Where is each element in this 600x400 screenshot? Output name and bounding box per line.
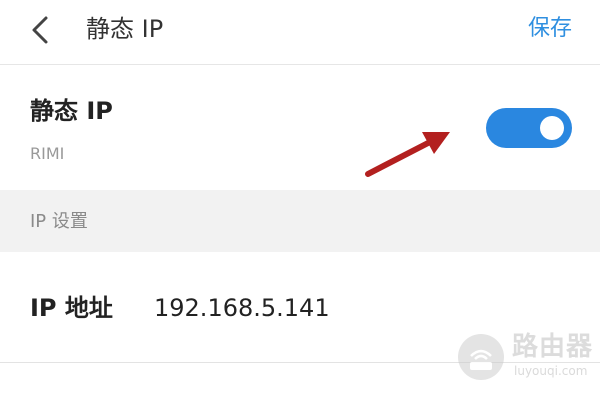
ip-address-field[interactable]: 192.168.5.141 bbox=[154, 292, 330, 324]
app-header: 静态 IP 保存 bbox=[0, 0, 600, 65]
static-ip-title: 静态 IP bbox=[30, 97, 113, 125]
network-name: RIMI bbox=[30, 144, 65, 163]
static-ip-row: 静态 IP RIMI bbox=[0, 65, 600, 189]
chevron-left-icon bbox=[32, 16, 48, 44]
watermark-subtext: luyouqi.com bbox=[514, 364, 588, 378]
toggle-knob bbox=[540, 116, 564, 140]
page-title: 静态 IP bbox=[86, 15, 164, 43]
static-ip-toggle[interactable] bbox=[486, 108, 572, 148]
back-button[interactable] bbox=[20, 10, 60, 50]
save-button[interactable]: 保存 bbox=[528, 14, 572, 44]
watermark-text: 路由器 bbox=[512, 332, 594, 362]
ip-settings-section-header: IP 设置 bbox=[0, 190, 600, 252]
watermark-logo: 路由器 luyouqi.com bbox=[458, 328, 598, 388]
ip-address-label: IP 地址 bbox=[30, 294, 113, 322]
annotation-arrow-icon bbox=[365, 132, 450, 177]
router-icon bbox=[458, 334, 504, 380]
section-title: IP 设置 bbox=[30, 211, 88, 232]
